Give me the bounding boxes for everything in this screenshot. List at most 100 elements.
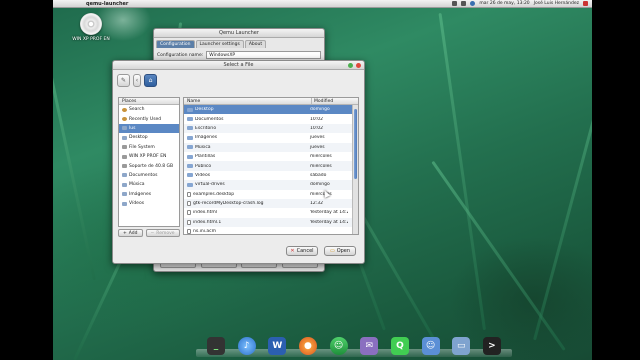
file-row[interactable]: Vídeos sábado xyxy=(184,171,358,180)
file-modified: miércoles xyxy=(310,163,332,169)
edit-path-pencil-icon[interactable]: ✎ xyxy=(117,73,130,87)
sidebar-item-place[interactable]: Recently Used xyxy=(119,114,179,123)
sidebar-item-place[interactable]: Vídeos xyxy=(119,199,179,208)
itunes-icon[interactable]: ♪ xyxy=(237,337,256,355)
close-icon[interactable] xyxy=(356,63,361,68)
sidebar-item-place[interactable]: File System xyxy=(119,143,179,152)
messenger-icon[interactable]: ☺ xyxy=(329,337,348,355)
terminal-2-icon[interactable]: > xyxy=(482,337,501,355)
file-modified: jueves xyxy=(310,135,325,141)
file-name: Música xyxy=(195,144,211,150)
place-label: WIN XP PROF EN xyxy=(129,154,167,160)
file-row[interactable]: Plantillas miércoles xyxy=(184,152,358,161)
sidebar-item-place[interactable]: lus xyxy=(119,123,179,134)
open-button[interactable]: ▭ Open xyxy=(324,246,356,256)
pidgin-icon[interactable]: ✉ xyxy=(360,337,379,355)
file-list-scrollbar[interactable] xyxy=(352,105,358,234)
window-titlebar[interactable]: Qemu Launcher xyxy=(154,29,324,38)
clock-icon xyxy=(122,117,127,122)
tab-configuration[interactable]: Configuration xyxy=(156,40,195,48)
file-row[interactable]: Escritorio 10:02 xyxy=(184,123,358,134)
firefox-icon[interactable]: ● xyxy=(298,337,317,355)
cd-icon[interactable] xyxy=(80,13,102,35)
file-row[interactable]: examples.desktop miércoles xyxy=(184,190,358,199)
file-row[interactable]: virtual-drives domingo xyxy=(184,180,358,190)
mail-icon[interactable] xyxy=(470,1,476,6)
file-name-cell: index.html.1 xyxy=(184,219,308,225)
file-modified: miércoles xyxy=(310,154,332,160)
cancel-button[interactable]: ✕ Cancel xyxy=(286,246,318,256)
desktop-icon-label[interactable]: WIN XP PROF EN xyxy=(68,37,114,42)
file-row[interactable]: index.html.1 Yesterday at 14:26 xyxy=(184,217,358,228)
sidebar-item-place[interactable]: WIN XP PROF EN xyxy=(119,152,179,161)
file-list-header: Name Modified xyxy=(184,98,358,105)
file-row[interactable]: Música jueves xyxy=(184,142,358,152)
clock[interactable]: mar 26 de may, 13:20 xyxy=(479,1,529,6)
active-app-title[interactable]: qemu-launcher xyxy=(86,1,128,7)
tab-about[interactable]: About xyxy=(244,40,267,48)
folder-icon xyxy=(122,173,127,178)
file-chooser-dialog[interactable]: Select a File ✎ ‹ ⌂ Places Search Recentl… xyxy=(112,60,365,264)
add-button[interactable]: + Add xyxy=(118,229,143,237)
folder-icon xyxy=(187,145,193,150)
place-label: Soporte de 40.8 GB xyxy=(129,163,174,169)
word-icon[interactable]: W xyxy=(268,337,287,355)
file-row[interactable]: Público miércoles xyxy=(184,161,358,171)
path-toolbar: ✎ ‹ ⌂ xyxy=(113,70,364,90)
file-row[interactable]: index.html Yesterday at 14:26 xyxy=(184,208,358,217)
user-menu[interactable]: José Luis Hernández xyxy=(534,1,579,6)
file-list: Name Modified Desktop domingo Documentos 10… xyxy=(183,97,359,235)
power-icon[interactable] xyxy=(583,1,588,6)
desktop: qemu-launcher mar 26 de may, 13:20 José … xyxy=(53,0,592,360)
remove-button[interactable]: − Remove xyxy=(145,229,180,237)
folder-icon[interactable]: ▭ xyxy=(452,337,471,355)
tab-launcher-settings[interactable]: Launcher settings xyxy=(195,40,244,48)
top-panel: qemu-launcher mar 26 de may, 13:20 José … xyxy=(53,0,592,8)
places-header[interactable]: Places xyxy=(119,98,179,105)
finder-icon[interactable]: ☺ xyxy=(421,337,440,355)
folder-icon xyxy=(187,164,193,169)
place-label: File System xyxy=(129,144,155,150)
cd-icon xyxy=(122,154,127,159)
file-row[interactable]: gtk-recordMyDesktop-crash.log 12:32 xyxy=(184,198,358,209)
grass-decoration xyxy=(533,49,592,341)
network-icon[interactable] xyxy=(452,1,458,6)
file-name-cell: virtual-drives xyxy=(184,182,308,187)
sidebar-item-place[interactable]: Documentos xyxy=(119,171,179,180)
open-label: Open xyxy=(336,248,351,254)
chevron-left-icon[interactable]: ‹ xyxy=(133,73,141,87)
file-row[interactable]: Desktop domingo xyxy=(184,105,358,115)
home-folder-icon xyxy=(122,126,127,131)
file-name: Imágenes xyxy=(195,135,218,141)
terminal-icon[interactable]: _ xyxy=(207,337,225,355)
tab-bar: Configuration Launcher settings About xyxy=(154,38,324,48)
file-row[interactable]: Documentos 10:02 xyxy=(184,114,358,123)
column-modified[interactable]: Modified xyxy=(311,98,351,104)
sidebar-item-place[interactable]: Soporte de 40.8 GB xyxy=(119,161,179,170)
file-name-cell: gtk-recordMyDesktop-crash.log xyxy=(184,201,308,207)
sidebar-item-place[interactable]: Música xyxy=(119,180,179,189)
drive-icon xyxy=(122,164,127,169)
maximize-icon[interactable] xyxy=(348,63,353,68)
file-row[interactable]: ns.ini.acm xyxy=(184,227,358,234)
home-folder-icon[interactable]: ⌂ xyxy=(144,73,157,87)
column-name[interactable]: Name xyxy=(187,98,311,104)
file-name: index.html.1 xyxy=(193,219,222,225)
file-name: Escritorio xyxy=(195,125,217,131)
config-name-combo[interactable]: WindowsXP xyxy=(206,51,321,59)
file-name-cell: Público xyxy=(184,164,308,169)
file-row[interactable]: Imágenes jueves xyxy=(184,133,358,142)
file-icon xyxy=(187,191,191,197)
file-name-cell: Escritorio xyxy=(184,126,308,131)
file-name: Público xyxy=(195,163,212,169)
sidebar-item-place[interactable]: Imágenes xyxy=(119,190,179,199)
file-name-cell: Imágenes xyxy=(184,135,308,140)
open-icon: ▭ xyxy=(329,248,335,254)
scrollbar-thumb[interactable] xyxy=(354,109,357,179)
dialog-titlebar[interactable]: Select a File xyxy=(113,61,364,70)
file-modified: 12:32 xyxy=(310,201,323,207)
sidebar-item-place[interactable]: Desktop xyxy=(119,133,179,142)
sidebar-item-place[interactable]: Search xyxy=(119,105,179,114)
qt-icon[interactable]: Q xyxy=(390,337,409,355)
volume-icon[interactable] xyxy=(461,1,467,6)
